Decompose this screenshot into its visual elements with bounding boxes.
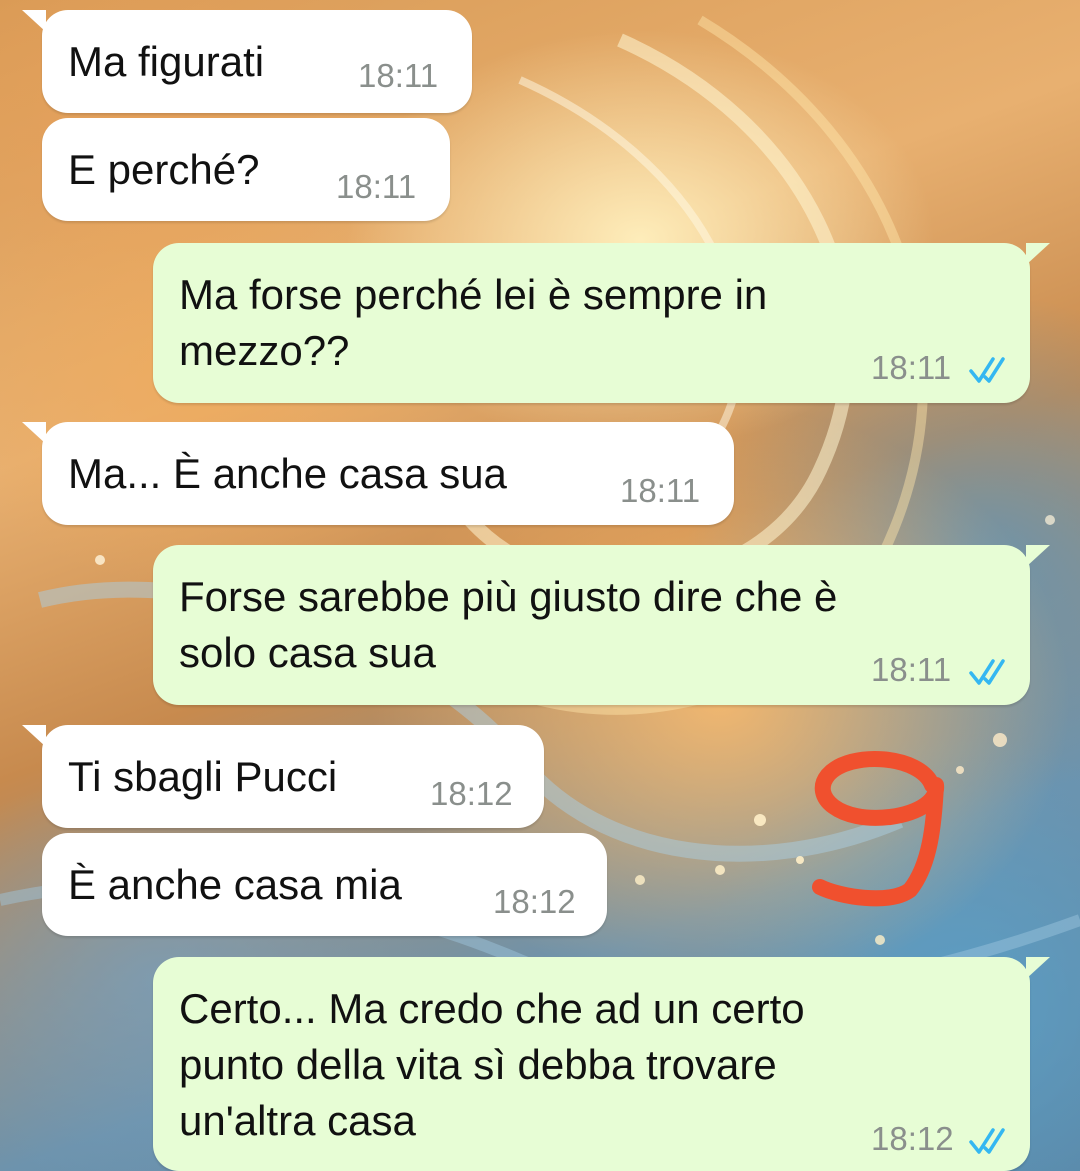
bubble-tail xyxy=(22,10,46,32)
handwritten-annotation-mark xyxy=(812,751,945,907)
incoming-message-bubble[interactable]: E perché? 18:11 xyxy=(42,118,450,221)
outgoing-message-bubble[interactable]: Forse sarebbe più giusto dire che è solo… xyxy=(153,545,1050,705)
bubble-tail xyxy=(1026,243,1050,265)
bubble-tail xyxy=(22,422,46,444)
message-timestamp: 18:11 xyxy=(336,168,417,205)
message-text: Certo... Ma credo che ad un certo punto … xyxy=(179,985,805,1144)
outgoing-message-bubble[interactable]: Ma forse perché lei è sempre in mezzo?? 1… xyxy=(153,243,1050,403)
message-timestamp: 18:12 xyxy=(430,775,513,812)
message-text: Forse sarebbe più giusto dire che è solo… xyxy=(179,573,838,676)
double-check-icon xyxy=(969,357,1005,383)
bubble-tail xyxy=(1026,957,1050,979)
message-timestamp: 18:11 xyxy=(358,57,439,94)
bubble-tail xyxy=(22,725,46,747)
message-timestamp: 18:11 xyxy=(871,349,952,386)
message-timestamp: 18:12 xyxy=(493,883,576,920)
message-text: Ma... È anche casa sua xyxy=(68,450,507,497)
incoming-message-bubble[interactable]: Ma figurati 18:11 xyxy=(22,10,472,113)
message-timestamp: 18:12 xyxy=(871,1120,954,1157)
bubble-tail xyxy=(1026,545,1050,567)
message-text: Ti sbagli Pucci xyxy=(68,753,338,800)
message-text: È anche casa mia xyxy=(68,861,402,908)
incoming-message-bubble[interactable]: Ti sbagli Pucci 18:12 xyxy=(22,725,544,828)
message-timestamp: 18:11 xyxy=(620,472,701,509)
double-check-icon xyxy=(969,659,1005,685)
incoming-message-bubble[interactable]: Ma... È anche casa sua 18:11 xyxy=(22,422,734,525)
message-text: Ma figurati xyxy=(68,38,265,85)
outgoing-message-bubble[interactable]: Certo... Ma credo che ad un certo punto … xyxy=(153,957,1050,1171)
message-text: E perché? xyxy=(68,146,260,193)
message-text: Ma forse perché lei è sempre in mezzo?? xyxy=(179,271,768,374)
incoming-message-bubble[interactable]: È anche casa mia 18:12 xyxy=(42,833,607,936)
message-timestamp: 18:11 xyxy=(871,651,952,688)
double-check-icon xyxy=(969,1128,1005,1154)
